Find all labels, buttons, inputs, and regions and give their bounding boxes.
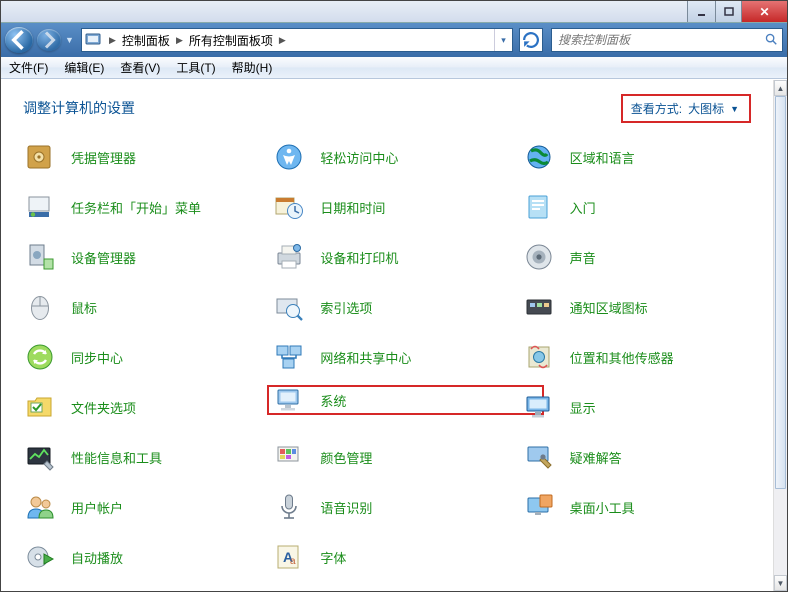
address-bar[interactable]: ▶ 控制面板 ▶ 所有控制面板项 ▶ ▾ bbox=[81, 28, 513, 52]
ease-of-access-icon bbox=[272, 140, 306, 174]
folder-options-icon bbox=[23, 390, 57, 424]
item-ease-of-access[interactable]: 轻松访问中心 bbox=[272, 142, 513, 172]
nav-history-dropdown[interactable]: ▼ bbox=[65, 35, 77, 45]
item-mouse[interactable]: 鼠标 bbox=[23, 292, 264, 322]
items-grid: 凭据管理器 轻松访问中心 区域和语言 任务栏和「开始」菜单 日期和时间 入门 设… bbox=[23, 142, 763, 572]
troubleshoot-icon bbox=[522, 440, 556, 474]
item-color-mgmt[interactable]: 颜色管理 bbox=[272, 442, 513, 472]
minimize-button[interactable] bbox=[687, 1, 715, 22]
item-credential-manager[interactable]: 凭据管理器 bbox=[23, 142, 264, 172]
safe-icon bbox=[23, 140, 57, 174]
sensor-icon bbox=[522, 340, 556, 374]
menu-help[interactable]: 帮助(H) bbox=[224, 57, 281, 79]
view-by-selector[interactable]: 查看方式: 大图标 ▼ bbox=[621, 94, 751, 123]
display-icon bbox=[522, 390, 556, 424]
item-user-accounts[interactable]: 用户帐户 bbox=[23, 492, 264, 522]
performance-icon bbox=[23, 440, 57, 474]
breadcrumb-seg-2[interactable]: 所有控制面板项 bbox=[186, 32, 276, 49]
printer-icon bbox=[272, 240, 306, 274]
control-panel-icon bbox=[84, 31, 102, 49]
item-folder-options[interactable]: 文件夹选项 bbox=[23, 392, 264, 422]
mouse-icon bbox=[23, 290, 57, 324]
chevron-right-icon: ▶ bbox=[173, 35, 186, 46]
sync-icon bbox=[23, 340, 57, 374]
menu-bar: 文件(F) 编辑(E) 查看(V) 工具(T) 帮助(H) bbox=[1, 57, 787, 79]
close-button[interactable]: ✕ bbox=[741, 1, 787, 22]
scroll-up-button[interactable]: ▲ bbox=[774, 80, 787, 96]
scroll-track[interactable] bbox=[774, 96, 787, 575]
item-troubleshoot[interactable]: 疑难解答 bbox=[522, 442, 763, 472]
item-speech[interactable]: 语音识别 bbox=[272, 492, 513, 522]
menu-view[interactable]: 查看(V) bbox=[112, 57, 168, 79]
search-index-icon bbox=[272, 290, 306, 324]
menu-tools[interactable]: 工具(T) bbox=[168, 57, 223, 79]
clock-icon bbox=[272, 190, 306, 224]
view-by-value: 大图标 bbox=[688, 100, 724, 117]
getting-started-icon bbox=[522, 190, 556, 224]
gadgets-icon bbox=[522, 490, 556, 524]
item-gadgets[interactable]: 桌面小工具 bbox=[522, 492, 763, 522]
item-sync-center[interactable]: 同步中心 bbox=[23, 342, 264, 372]
address-dropdown[interactable]: ▾ bbox=[494, 29, 512, 51]
item-network-sharing[interactable]: 网络和共享中心 bbox=[272, 342, 513, 372]
item-indexing[interactable]: 索引选项 bbox=[272, 292, 513, 322]
chevron-right-icon: ▶ bbox=[106, 35, 119, 46]
system-icon bbox=[272, 383, 306, 417]
item-autoplay[interactable]: 自动播放 bbox=[23, 542, 264, 572]
item-taskbar-start[interactable]: 任务栏和「开始」菜单 bbox=[23, 192, 264, 222]
view-by-label: 查看方式: bbox=[631, 100, 682, 117]
users-icon bbox=[23, 490, 57, 524]
search-box[interactable] bbox=[551, 28, 783, 52]
item-notification-icons[interactable]: 通知区域图标 bbox=[522, 292, 763, 322]
fonts-icon: Aa bbox=[272, 540, 306, 574]
window-titlebar: ✕ bbox=[1, 1, 787, 23]
scroll-down-button[interactable]: ▼ bbox=[774, 575, 787, 591]
item-performance[interactable]: 性能信息和工具 bbox=[23, 442, 264, 472]
menu-edit[interactable]: 编辑(E) bbox=[56, 57, 112, 79]
globe-icon bbox=[522, 140, 556, 174]
item-display[interactable]: 显示 bbox=[522, 392, 763, 422]
item-fonts[interactable]: Aa 字体 bbox=[272, 542, 513, 572]
vertical-scrollbar[interactable]: ▲ ▼ bbox=[773, 80, 787, 591]
speaker-icon bbox=[522, 240, 556, 274]
item-system[interactable]: 系统 bbox=[267, 385, 543, 415]
item-region-language[interactable]: 区域和语言 bbox=[522, 142, 763, 172]
item-devices-printers[interactable]: 设备和打印机 bbox=[272, 242, 513, 272]
item-getting-started[interactable]: 入门 bbox=[522, 192, 763, 222]
item-date-time[interactable]: 日期和时间 bbox=[272, 192, 513, 222]
scroll-thumb[interactable] bbox=[775, 96, 786, 489]
notification-area-icon bbox=[522, 290, 556, 324]
device-manager-icon bbox=[23, 240, 57, 274]
forward-button[interactable] bbox=[37, 29, 61, 51]
network-icon bbox=[272, 340, 306, 374]
item-sound[interactable]: 声音 bbox=[522, 242, 763, 272]
chevron-down-icon: ▼ bbox=[730, 104, 739, 114]
breadcrumb-seg-1[interactable]: 控制面板 bbox=[119, 32, 173, 49]
color-icon bbox=[272, 440, 306, 474]
maximize-button[interactable] bbox=[715, 1, 741, 22]
taskbar-icon bbox=[23, 190, 57, 224]
nav-toolbar: ▼ ▶ 控制面板 ▶ 所有控制面板项 ▶ ▾ bbox=[1, 23, 787, 57]
item-location-sensors[interactable]: 位置和其他传感器 bbox=[522, 342, 763, 372]
autoplay-icon bbox=[23, 540, 57, 574]
content-pane: 调整计算机的设置 查看方式: 大图标 ▼ 凭据管理器 轻松访问中心 区域和语言 … bbox=[1, 80, 773, 591]
microphone-icon bbox=[272, 490, 306, 524]
search-input[interactable] bbox=[556, 32, 764, 48]
menu-file[interactable]: 文件(F) bbox=[1, 57, 56, 79]
search-icon bbox=[764, 32, 778, 49]
svg-text:a: a bbox=[290, 556, 296, 567]
chevron-right-icon: ▶ bbox=[276, 35, 289, 46]
refresh-button[interactable] bbox=[519, 28, 543, 52]
item-device-manager[interactable]: 设备管理器 bbox=[23, 242, 264, 272]
back-button[interactable] bbox=[5, 27, 33, 53]
